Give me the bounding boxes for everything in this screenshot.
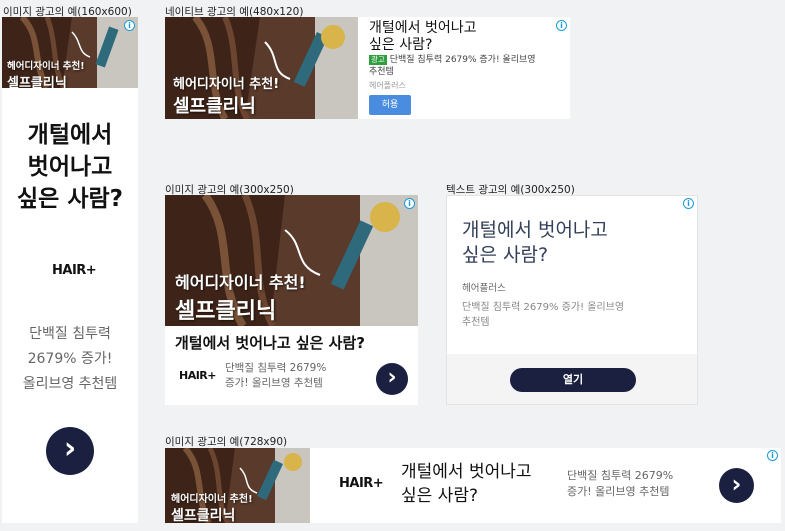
info-icon[interactable]: i <box>767 450 778 461</box>
native-cta-button[interactable]: 허용 <box>369 95 411 115</box>
body-line2: 증가! 올리브영 추천템 <box>225 377 323 389</box>
headline-line1: 개털에서 벗어나고 <box>369 20 477 36</box>
body-line2: 추천템 <box>462 317 490 328</box>
info-icon[interactable]: i <box>404 198 415 209</box>
photo-caption-line2: 셀프클리닉 <box>173 96 256 117</box>
photo-caption-line2: 셀프클리닉 <box>7 76 67 88</box>
headline-line2: 벗어나고 <box>27 154 113 180</box>
ad-headline: 개털에서 벗어나고 싶은 사람? <box>462 218 608 268</box>
headline-line1: 개털에서 <box>27 122 113 148</box>
photo-caption-line2: 셀프클리닉 <box>171 508 236 523</box>
ad-body: 광고 단백질 침투력 2679% 증가! 올리브영 추천템 <box>369 54 564 78</box>
cta-button[interactable]: › <box>719 468 754 503</box>
brand-logo: HAIR+ <box>339 476 384 491</box>
ad-headline: 개털에서 벗어나고 싶은 사람? <box>2 119 138 215</box>
ad-body: 단백질 침투력 2679% 증가! 올리브영 추천템 <box>567 468 673 500</box>
body-line1: 단백질 침투력 2679% 증가! 올리브영 <box>389 55 536 65</box>
brand-logo: HAIR+ <box>52 263 97 278</box>
headline-line2: 싶은 사람? <box>369 37 433 53</box>
body-line1: 단백질 침투력 2679% <box>567 469 674 482</box>
ad-body: 단백질 침투력 2679% 증가! 올리브영 추천템 <box>2 322 138 397</box>
body-line2: 추천템 <box>369 67 394 77</box>
headline-line1: 개털에서 벗어나고 <box>462 219 608 241</box>
photo-caption-line1: 헤어디자이너 추천! <box>175 273 306 292</box>
chevron-right-icon: › <box>63 431 77 466</box>
ad-text-300x250[interactable]: i 개털에서 벗어나고 싶은 사람? 헤어플러스 단백질 침투력 2679% 증… <box>446 195 698 405</box>
ad-native-480x120[interactable]: 헤어디자이너 추천! 셀프클리닉 i 개털에서 벗어나고 싶은 사람? 광고 단… <box>165 17 570 119</box>
photo-caption: 헤어디자이너 추천! 셀프클리닉 <box>175 269 306 325</box>
advertiser-name: 헤어플러스 <box>369 81 406 90</box>
body-line2: 2679% 증가! <box>27 351 113 367</box>
photo-caption: 헤어디자이너 추천! 셀프클리닉 <box>7 58 85 88</box>
headline-line3: 싶은 사람? <box>17 186 123 212</box>
ad-photo: i 헤어디자이너 추천! 셀프클리닉 <box>2 17 138 88</box>
body-line1: 단백질 침투력 <box>29 326 111 342</box>
body-line2: 증가! 올리브영 추천템 <box>567 485 670 498</box>
photo-caption-line1: 헤어디자이너 추천! <box>173 77 280 92</box>
body-line3: 올리브영 추천템 <box>22 376 118 392</box>
cta-button[interactable]: › <box>46 427 94 475</box>
headline-line1: 개털에서 벗어나고 <box>401 462 532 482</box>
text-ad-cta-button[interactable]: 열기 <box>510 368 636 392</box>
headline-line2: 싶은 사람? <box>401 486 478 506</box>
brand-logo-text: HAIR+ <box>52 263 97 278</box>
brand-logo: HAIR+ <box>179 369 217 382</box>
ad-photo: 헤어디자이너 추천! 셀프클리닉 <box>165 448 310 523</box>
chevron-right-icon: › <box>731 470 742 498</box>
ad-photo: 헤어디자이너 추천! 셀프클리닉 <box>165 17 358 119</box>
ad-body: 단백질 침투력 2679% 증가! 올리브영 추천템 <box>462 300 624 330</box>
ad-image-300x250[interactable]: i 헤어디자이너 추천! 셀프클리닉 개털에서 벗어나고 싶은 사람? HAIR… <box>165 195 418 405</box>
photo-caption-line1: 헤어디자이너 추천! <box>171 494 253 505</box>
info-icon[interactable]: i <box>124 20 135 31</box>
info-icon[interactable]: i <box>683 198 694 209</box>
ad-body: 단백질 침투력 2679% 증가! 올리브영 추천템 <box>225 361 326 391</box>
body-line1: 단백질 침투력 2679% 증가! 올리브영 <box>462 302 625 313</box>
advertiser-name: 헤어플러스 <box>462 283 506 294</box>
chevron-right-icon: › <box>387 364 397 390</box>
ad-headline: 개털에서 벗어나고 싶은 사람? <box>401 460 532 508</box>
body-line1: 단백질 침투력 2679% <box>225 362 327 374</box>
caption-image-728x90: 이미지 광고의 예(728x90) <box>165 436 288 448</box>
cta-button[interactable]: › <box>376 363 408 395</box>
photo-caption: 헤어디자이너 추천! 셀프클리닉 <box>173 73 279 118</box>
photo-caption-line1: 헤어디자이너 추천! <box>7 61 85 72</box>
ad-image-160x600[interactable]: i 헤어디자이너 추천! 셀프클리닉 개털에서 벗어나고 싶은 사람? HAIR… <box>2 17 138 523</box>
ad-photo: i 헤어디자이너 추천! 셀프클리닉 <box>165 195 418 326</box>
ad-label-badge: 광고 <box>369 55 387 65</box>
headline-line2: 싶은 사람? <box>462 244 549 266</box>
brand-logo-text: HAIR+ <box>339 476 384 491</box>
photo-caption-line2: 셀프클리닉 <box>175 299 277 324</box>
brand-logo-text: HAIR+ <box>179 369 217 382</box>
photo-caption: 헤어디자이너 추천! 셀프클리닉 <box>171 490 253 523</box>
ad-headline: 개털에서 벗어나고 싶은 사람? <box>175 334 365 352</box>
ad-image-728x90[interactable]: 헤어디자이너 추천! 셀프클리닉 HAIR+ 개털에서 벗어나고 싶은 사람? … <box>165 448 781 523</box>
ad-headline: 개털에서 벗어나고 싶은 사람? <box>369 20 559 54</box>
